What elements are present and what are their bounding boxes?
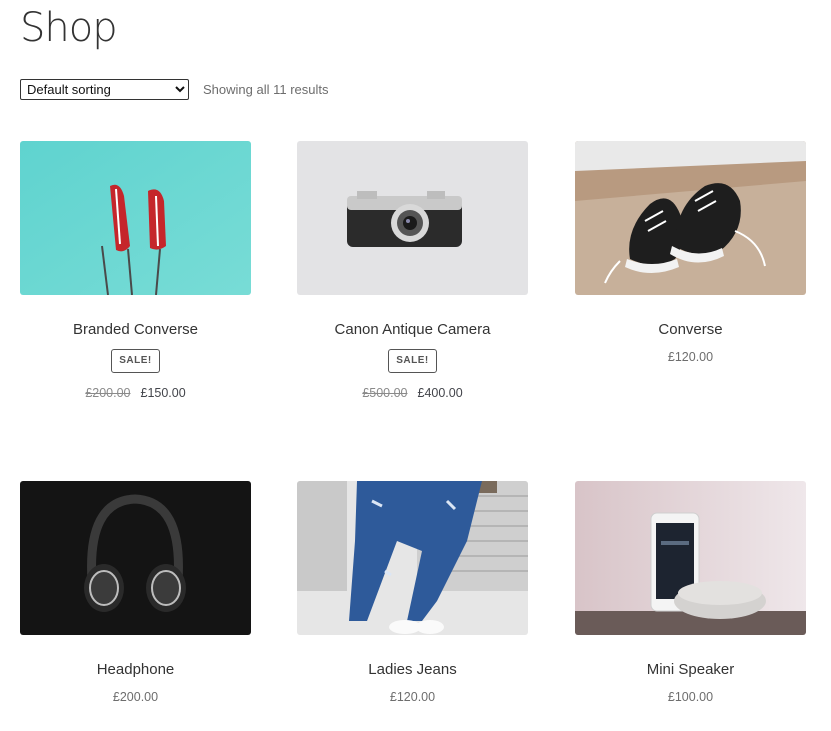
sale-price: £400.00 — [417, 386, 463, 400]
product-price: £200.00 — [112, 690, 159, 704]
product-price: £100.00 — [667, 690, 714, 704]
product-title[interactable]: Branded Converse — [20, 320, 251, 340]
sale-badge: SALE! — [388, 349, 437, 373]
product-image-headphones — [20, 481, 251, 635]
product-title[interactable]: Headphone — [20, 660, 251, 680]
product-card: Canon Antique Camera SALE! £500.00 £400.0… — [297, 141, 528, 402]
product-price: £200.00 £150.00 — [20, 384, 251, 402]
product-card: Mini Speaker £100.00 — [575, 481, 806, 706]
old-price: £500.00 — [362, 386, 408, 400]
sale-price: £150.00 — [140, 386, 186, 400]
shop-toolbar: Default sorting Showing all 11 results — [20, 79, 329, 100]
product-price: £120.00 — [667, 350, 714, 364]
product-image-link[interactable] — [297, 481, 528, 635]
product-card: Branded Converse SALE! £200.00 £150.00 — [20, 141, 251, 402]
product-card: Headphone £200.00 — [20, 481, 251, 706]
product-price: £120.00 — [389, 690, 436, 704]
product-card: Ladies Jeans £120.00 — [297, 481, 528, 706]
product-price: £500.00 £400.00 — [297, 384, 528, 402]
product-image-converse — [575, 141, 806, 295]
old-price: £200.00 — [85, 386, 131, 400]
product-image-link[interactable] — [20, 141, 251, 295]
product-image-link[interactable] — [575, 481, 806, 635]
result-count: Showing all 11 results — [203, 82, 329, 97]
product-image-link[interactable] — [575, 141, 806, 295]
product-image-camera — [297, 141, 528, 295]
product-image-red-sneakers — [20, 141, 251, 295]
sale-badge: SALE! — [111, 349, 160, 373]
product-image-link[interactable] — [297, 141, 528, 295]
product-title[interactable]: Converse — [575, 320, 806, 340]
product-title[interactable]: Canon Antique Camera — [297, 320, 528, 340]
product-title[interactable]: Ladies Jeans — [297, 660, 528, 680]
product-image-jeans — [297, 481, 528, 635]
sort-select[interactable]: Default sorting — [20, 79, 189, 100]
product-image-speaker — [575, 481, 806, 635]
product-title[interactable]: Mini Speaker — [575, 660, 806, 680]
product-image-link[interactable] — [20, 481, 251, 635]
product-card: Converse £120.00 — [575, 141, 806, 366]
page-title: Shop — [20, 5, 118, 51]
